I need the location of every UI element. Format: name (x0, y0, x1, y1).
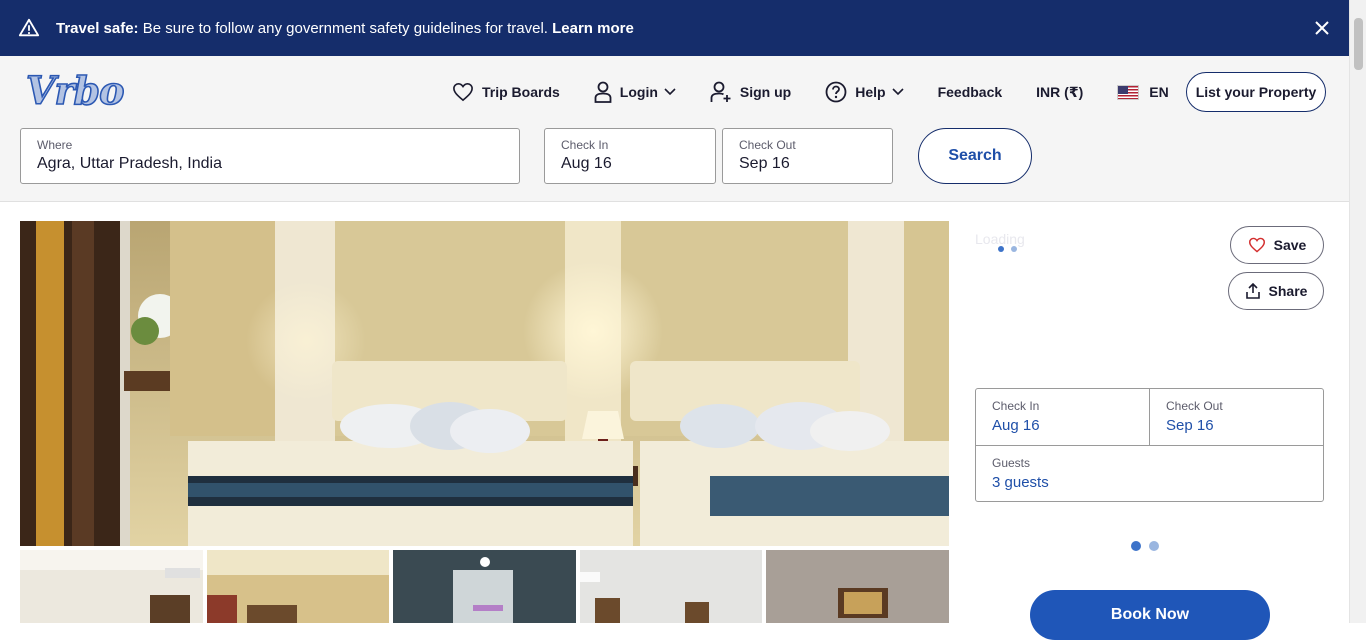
loading-dot (1011, 246, 1017, 252)
list-property-button[interactable]: List your Property (1186, 72, 1326, 112)
search-button[interactable]: Search (918, 128, 1032, 184)
where-value: Agra, Uttar Pradesh, India (37, 155, 222, 172)
main-property-photo[interactable] (20, 221, 949, 546)
save-button[interactable]: Save (1230, 226, 1324, 264)
site-header: Vrbo Vrbo Trip Boards Login Sign up Help… (0, 56, 1349, 202)
help-label: Help (855, 84, 886, 100)
share-icon (1245, 283, 1260, 299)
login-label: Login (619, 84, 658, 100)
room-photo-image (20, 221, 949, 546)
booking-checkin-value: Aug 16 (992, 417, 1040, 434)
sign-up-link[interactable]: Sign up (710, 81, 791, 103)
currency-label: INR (₹) (1036, 83, 1084, 100)
login-menu[interactable]: Login (594, 81, 676, 103)
photo-thumbnails (20, 550, 949, 623)
trip-boards-label: Trip Boards (482, 84, 560, 100)
main-nav: Trip Boards Login Sign up Help Feedback … (452, 72, 1203, 112)
loading-dot (998, 246, 1004, 252)
checkin-value: Aug 16 (561, 155, 612, 172)
feedback-label: Feedback (937, 84, 1003, 100)
learn-more-link[interactable]: Learn more (552, 20, 634, 37)
close-icon[interactable] (1311, 17, 1333, 39)
booking-dates-panel: Check In Aug 16 Check Out Sep 16 Guests … (975, 388, 1324, 502)
checkout-value: Sep 16 (739, 155, 790, 172)
where-field[interactable]: Where Agra, Uttar Pradesh, India (20, 128, 520, 184)
heart-icon (453, 82, 473, 102)
loading-indicator (1131, 538, 1167, 556)
svg-text:Vrbo: Vrbo (26, 70, 124, 113)
share-label: Share (1268, 283, 1308, 299)
travel-safe-banner: Travel safe: Be sure to follow any gover… (0, 0, 1349, 56)
page-scrollbar[interactable] (1349, 0, 1366, 623)
save-label: Save (1273, 237, 1307, 253)
heart-icon (1248, 237, 1265, 253)
help-menu[interactable]: Help (825, 81, 904, 103)
share-button[interactable]: Share (1228, 272, 1324, 310)
checkin-field[interactable]: Check In Aug 16 (544, 128, 716, 184)
chevron-down-icon (892, 88, 904, 96)
language-selector[interactable]: EN (1117, 84, 1169, 100)
checkout-label: Check Out (739, 138, 796, 152)
feedback-link[interactable]: Feedback (938, 84, 1003, 100)
where-label: Where (37, 138, 73, 152)
currency-selector[interactable]: INR (₹) (1036, 84, 1083, 101)
banner-title: Travel safe: (56, 19, 139, 37)
booking-guests[interactable]: Guests 3 guests (976, 446, 1323, 501)
checkin-label: Check In (561, 138, 609, 152)
book-now-button[interactable]: Book Now (1030, 590, 1270, 640)
booking-guests-value: 3 guests (992, 474, 1049, 491)
help-icon (825, 81, 847, 103)
checkout-field[interactable]: Check Out Sep 16 (722, 128, 893, 184)
booking-checkout-value: Sep 16 (1166, 417, 1214, 434)
banner-text: Be sure to follow any government safety … (138, 19, 553, 37)
user-icon (594, 81, 612, 103)
add-user-icon (710, 81, 731, 102)
chevron-down-icon (664, 88, 676, 96)
booking-checkin[interactable]: Check In Aug 16 (976, 389, 1150, 446)
language-label: EN (1149, 84, 1169, 100)
sign-up-label: Sign up (739, 84, 792, 100)
thumbnail-photo[interactable] (207, 550, 389, 623)
thumbnail-photo[interactable] (766, 550, 949, 623)
pager-dot (1149, 541, 1159, 551)
thumbnail-photo[interactable] (580, 550, 762, 623)
banner-message: Travel safe: Be sure to follow any gover… (56, 20, 634, 37)
trip-boards-link[interactable]: Trip Boards (452, 82, 560, 102)
scrollbar-thumb[interactable] (1354, 18, 1363, 70)
booking-checkout[interactable]: Check Out Sep 16 (1150, 389, 1323, 446)
loading-dots (998, 239, 1024, 257)
thumbnail-photo[interactable] (20, 550, 203, 623)
booking-guests-label: Guests (992, 456, 1031, 470)
warning-icon (18, 18, 40, 37)
pager-dot (1131, 541, 1141, 551)
booking-checkin-label: Check In (992, 399, 1040, 413)
thumbnail-photo[interactable] (393, 550, 576, 623)
us-flag-icon (1117, 84, 1140, 100)
booking-checkout-label: Check Out (1166, 399, 1223, 413)
vrbo-logo[interactable]: Vrbo Vrbo (24, 70, 152, 114)
